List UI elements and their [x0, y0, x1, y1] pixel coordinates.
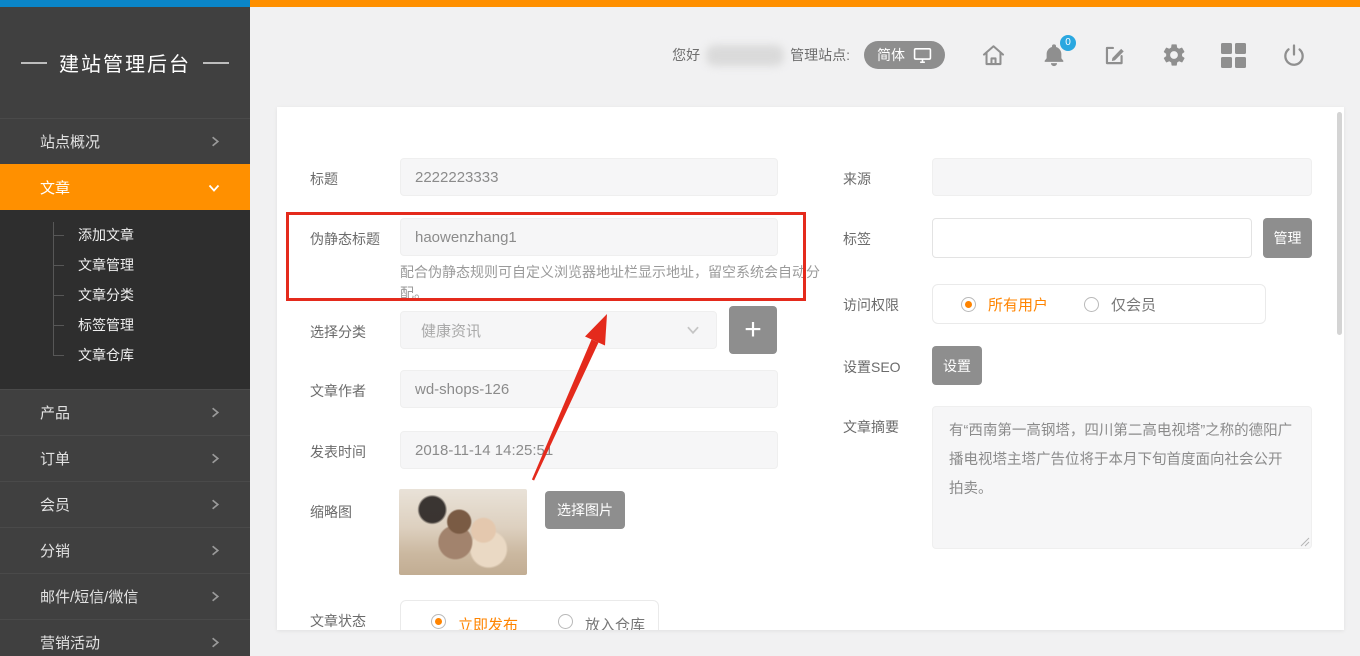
access-options-box: 所有用户 仅会员: [932, 284, 1266, 324]
chevron-right-icon: [207, 405, 222, 420]
chevron-down-icon: [206, 180, 222, 196]
panel-scrollbar-thumb[interactable]: [1337, 112, 1342, 335]
access-members-only-radio[interactable]: [1084, 297, 1099, 312]
chevron-right-icon: [207, 497, 222, 512]
sidebar-submenu-articles: 添加文章 文章管理 文章分类 标签管理 文章仓库: [0, 210, 250, 389]
manage-site-label: 管理站点:: [790, 45, 850, 65]
chevron-right-icon: [207, 543, 222, 558]
app-title: 建站管理后台: [59, 48, 191, 77]
topbar-accent-right: [250, 0, 1360, 7]
topbar-accent-left: [0, 0, 250, 7]
author-label: 文章作者: [310, 381, 366, 401]
slug-label: 伪静态标题: [310, 229, 380, 249]
publish-time-label: 发表时间: [310, 442, 366, 462]
logout-power-icon[interactable]: [1280, 42, 1307, 69]
tags-label: 标签: [843, 229, 871, 249]
publish-time-input[interactable]: [400, 431, 778, 469]
submenu-item-article-warehouse[interactable]: 文章仓库: [0, 340, 250, 370]
settings-gear-icon[interactable]: [1160, 42, 1187, 69]
header-icons: 0: [980, 42, 1307, 69]
sidebar-item-members[interactable]: 会员: [0, 481, 250, 527]
category-label: 选择分类: [310, 322, 366, 342]
source-input[interactable]: [932, 158, 1312, 196]
sidebar-item-label: 文章: [40, 177, 206, 198]
app-window: 建站管理后台 站点概况 文章 添加文章 文章管理 文章分类 标签管理 文章仓库 …: [0, 0, 1360, 656]
language-site-button[interactable]: 简体: [864, 41, 945, 69]
category-selected-value: 健康资讯: [421, 320, 481, 341]
header-bar: 您好 管理站点: 简体 0: [672, 7, 1307, 103]
greeting-text: 您好: [672, 45, 700, 65]
notification-bell-icon[interactable]: 0: [1040, 42, 1067, 69]
add-category-button[interactable]: +: [729, 306, 777, 354]
submenu-item-tag-manage[interactable]: 标签管理: [0, 310, 250, 340]
sidebar-item-label: 邮件/短信/微信: [40, 586, 207, 607]
category-select[interactable]: 健康资讯: [400, 311, 717, 349]
access-members-only-label: 仅会员: [1111, 294, 1156, 315]
submenu-item-add-article[interactable]: 添加文章: [0, 220, 250, 250]
logo-dash-right: [203, 62, 229, 64]
sidebar-item-products[interactable]: 产品: [0, 389, 250, 435]
notification-badge: 0: [1060, 35, 1076, 51]
monitor-icon: [913, 47, 932, 64]
sidebar-item-marketing[interactable]: 营销活动: [0, 619, 250, 656]
chevron-right-icon: [207, 451, 222, 466]
choose-image-button[interactable]: 选择图片: [545, 491, 625, 529]
chevron-right-icon: [207, 134, 222, 149]
sidebar-item-label: 站点概况: [40, 131, 207, 152]
app-logo: 建站管理后台: [0, 7, 250, 118]
sidebar-item-site-overview[interactable]: 站点概况: [0, 118, 250, 164]
apps-grid-icon[interactable]: [1220, 42, 1247, 69]
chevron-right-icon: [207, 635, 222, 650]
sidebar: 建站管理后台 站点概况 文章 添加文章 文章管理 文章分类 标签管理 文章仓库 …: [0, 7, 250, 656]
tags-input[interactable]: [932, 218, 1252, 258]
sidebar-item-label: 会员: [40, 494, 207, 515]
status-publish-radio[interactable]: [431, 614, 446, 629]
status-publish-label: 立即发布: [458, 614, 518, 630]
sidebar-item-mail-sms-wechat[interactable]: 邮件/短信/微信: [0, 573, 250, 619]
source-label: 来源: [843, 169, 871, 189]
username-redacted: [706, 45, 784, 66]
status-label: 文章状态: [310, 611, 366, 630]
seo-label: 设置SEO: [843, 357, 901, 377]
slug-input[interactable]: [400, 218, 778, 256]
sidebar-item-articles[interactable]: 文章: [0, 164, 250, 210]
edit-icon[interactable]: [1100, 42, 1127, 69]
access-all-users-radio[interactable]: [961, 297, 976, 312]
chevron-down-icon: [684, 321, 702, 339]
sidebar-item-orders[interactable]: 订单: [0, 435, 250, 481]
status-options-box: 立即发布 放入仓库: [400, 600, 659, 630]
language-label: 简体: [877, 45, 905, 65]
submenu-item-article-category[interactable]: 文章分类: [0, 280, 250, 310]
sidebar-item-label: 分销: [40, 540, 207, 561]
access-label: 访问权限: [843, 295, 899, 315]
access-all-users-label: 所有用户: [988, 294, 1048, 315]
status-warehouse-radio[interactable]: [558, 614, 573, 629]
submenu-item-article-manage[interactable]: 文章管理: [0, 250, 250, 280]
sidebar-item-label: 订单: [40, 448, 207, 469]
thumbnail-image: [399, 489, 527, 575]
sidebar-item-distribution[interactable]: 分销: [0, 527, 250, 573]
sidebar-item-label: 营销活动: [40, 632, 207, 653]
seo-settings-button[interactable]: 设置: [932, 346, 982, 385]
sidebar-item-label: 产品: [40, 402, 207, 423]
slug-hint-text: 配合伪静态规则可自定义浏览器地址栏显示地址，留空系统会自动分配。: [400, 262, 824, 304]
manage-tags-button[interactable]: 管理: [1263, 218, 1312, 258]
home-icon[interactable]: [980, 42, 1007, 69]
summary-textarea[interactable]: [932, 406, 1312, 549]
title-input[interactable]: [400, 158, 778, 196]
logo-dash-left: [21, 62, 47, 64]
summary-label: 文章摘要: [843, 417, 899, 437]
author-input[interactable]: [400, 370, 778, 408]
article-edit-panel: 标题 伪静态标题 配合伪静态规则可自定义浏览器地址栏显示地址，留空系统会自动分配…: [277, 107, 1344, 630]
chevron-right-icon: [207, 589, 222, 604]
status-warehouse-label: 放入仓库: [585, 614, 645, 630]
thumbnail-label: 缩略图: [310, 502, 352, 522]
title-label: 标题: [310, 169, 338, 189]
